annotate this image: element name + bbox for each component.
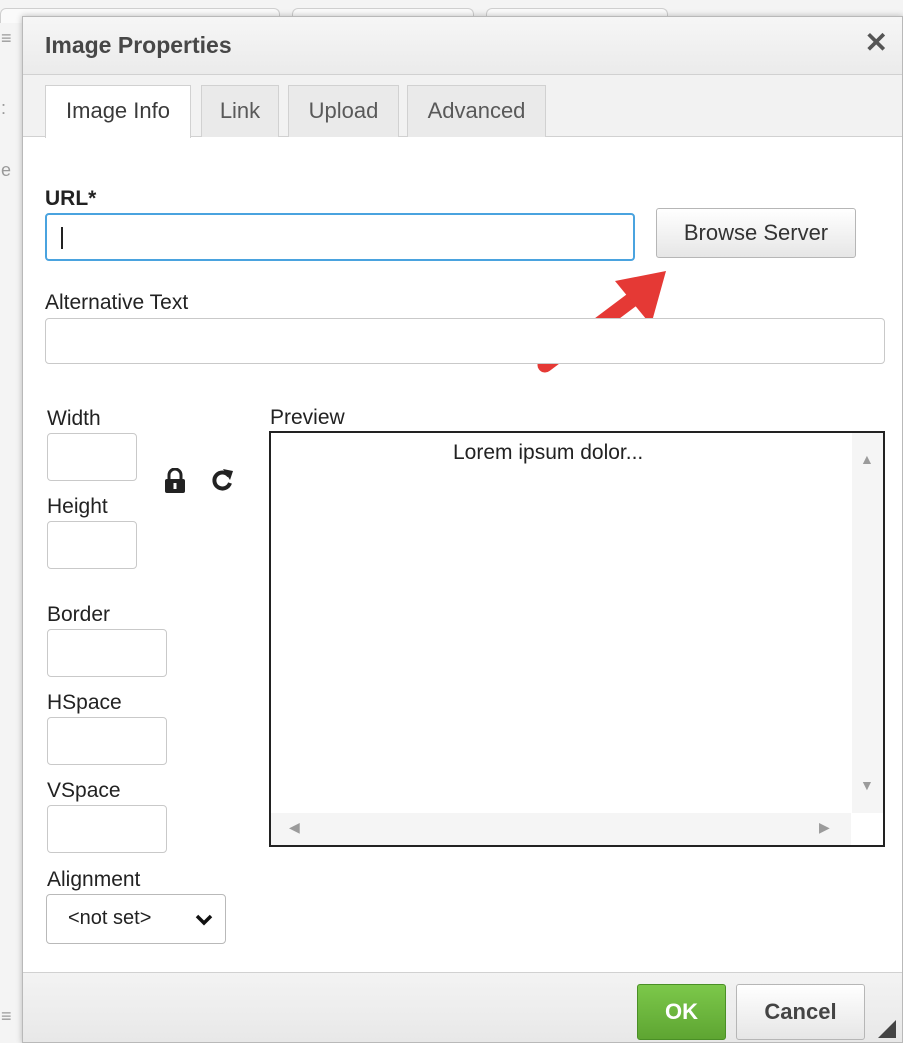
background-icon: ≡ — [1, 28, 12, 48]
reset-size-icon[interactable] — [209, 467, 235, 493]
preview-text: Lorem ipsum dolor... — [453, 441, 644, 464]
ok-button[interactable]: OK — [637, 984, 726, 1040]
scroll-left-icon[interactable]: ◀ — [289, 819, 300, 836]
image-properties-dialog: Image Properties ✕ Image Info Link Uploa… — [22, 16, 903, 1043]
tab-image-info[interactable]: Image Info — [45, 85, 191, 138]
dialog-title: Image Properties — [45, 32, 232, 58]
alternative-text-label: Alternative Text — [45, 291, 189, 314]
close-icon[interactable]: ✕ — [865, 29, 888, 57]
browse-server-button[interactable]: Browse Server — [656, 208, 856, 258]
dialog-footer: OK Cancel — [23, 972, 902, 1042]
background-icon: e — [1, 160, 12, 180]
background-icon: ≡ — [1, 1006, 12, 1026]
text-caret — [61, 227, 63, 249]
dialog-titlebar[interactable]: Image Properties ✕ — [23, 17, 902, 75]
scroll-up-icon[interactable]: ▲ — [860, 451, 874, 467]
scroll-right-icon[interactable]: ▶ — [819, 819, 830, 836]
tab-upload[interactable]: Upload — [288, 85, 399, 137]
resize-handle-icon[interactable] — [878, 1020, 896, 1038]
scroll-down-icon[interactable]: ▼ — [860, 777, 874, 793]
lock-icon[interactable] — [163, 468, 187, 494]
tab-link[interactable]: Link — [201, 85, 279, 137]
width-label: Width — [47, 407, 101, 430]
tab-strip: Image Info Link Upload Advanced — [23, 75, 902, 138]
cancel-button[interactable]: Cancel — [736, 984, 865, 1040]
chevron-down-icon — [195, 914, 213, 926]
vertical-scrollbar[interactable]: ▲ ▼ — [852, 433, 883, 813]
tab-advanced[interactable]: Advanced — [407, 85, 546, 137]
hspace-label: HSpace — [47, 691, 122, 714]
preview-pane: Lorem ipsum dolor... ▲ ▼ ◀ ▶ — [269, 431, 885, 847]
background-icon: : — [1, 98, 7, 118]
url-label: URL* — [45, 187, 97, 210]
border-input[interactable] — [47, 629, 167, 677]
horizontal-scrollbar[interactable]: ◀ ▶ — [271, 813, 851, 845]
vspace-input[interactable] — [47, 805, 167, 853]
alignment-select[interactable]: <not set> — [46, 894, 226, 944]
preview-label: Preview — [270, 406, 345, 429]
alignment-label: Alignment — [47, 868, 141, 891]
vspace-label: VSpace — [47, 779, 121, 802]
alignment-selected-value: <not set> — [68, 907, 152, 929]
border-label: Border — [47, 603, 111, 626]
height-input[interactable] — [47, 521, 137, 569]
hspace-input[interactable] — [47, 717, 167, 765]
alternative-text-input[interactable] — [45, 318, 885, 364]
width-input[interactable] — [47, 433, 137, 481]
height-label: Height — [47, 495, 108, 518]
